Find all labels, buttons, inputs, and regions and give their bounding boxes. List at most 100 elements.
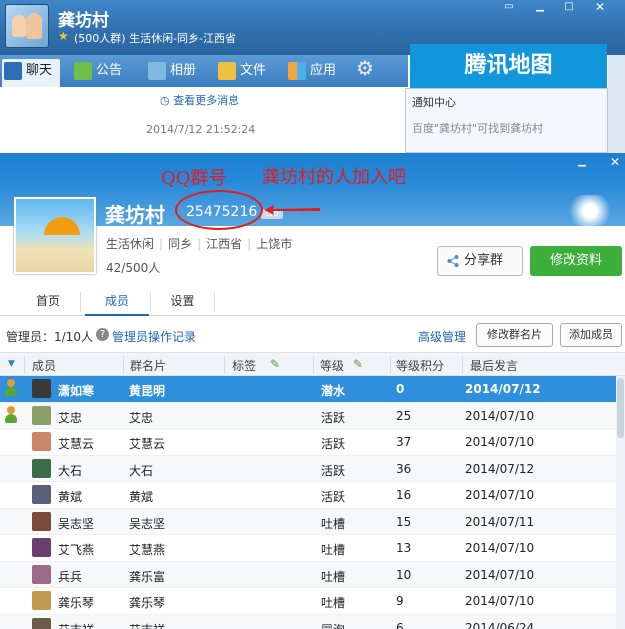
annotation-qq-number: QQ群号 — [161, 168, 227, 189]
share-icon — [447, 255, 459, 267]
member-name[interactable]: 艾忠 — [58, 409, 82, 426]
tag-item[interactable]: 江西省 — [206, 237, 242, 251]
col-last-speak[interactable]: 最后发言 — [470, 357, 518, 374]
toolbar-files[interactable]: 文件 — [216, 59, 266, 83]
table-row[interactable]: 潇如寒 黄昆明 潜水 0 2014/07/12 — [0, 376, 625, 403]
member-avatar[interactable] — [32, 458, 51, 478]
edit-tag-icon[interactable]: ✎ — [270, 357, 280, 371]
tag-item[interactable]: 同乡 — [168, 237, 192, 251]
toolbar-apps[interactable]: 应用 — [286, 59, 336, 83]
member-avatar[interactable] — [32, 591, 51, 610]
member-name[interactable]: 黄斌 — [58, 488, 82, 505]
member-avatar[interactable] — [32, 432, 51, 451]
table-row[interactable]: 艾飞燕 艾慧燕 吐槽 13 2014/07/10 — [0, 535, 625, 562]
member-name[interactable]: 艾飞燕 — [58, 541, 94, 558]
col-level[interactable]: 等级 — [320, 357, 344, 374]
scroll-thumb[interactable] — [617, 378, 624, 438]
member-avatar[interactable] — [32, 379, 51, 398]
member-level: 吐槽 — [321, 569, 346, 584]
col-member[interactable]: 成员 — [32, 357, 56, 374]
member-name[interactable]: 艾慧云 — [58, 435, 94, 452]
chat-scrollbar[interactable] — [608, 55, 625, 153]
member-points: 9 — [396, 594, 404, 608]
member-name[interactable]: 大石 — [58, 462, 82, 479]
member-last-speak: 2014/07/11 — [465, 514, 535, 529]
group-avatar[interactable] — [5, 4, 49, 48]
col-card[interactable]: 群名片 — [130, 357, 166, 374]
tab-members[interactable]: 成员 — [85, 288, 149, 316]
table-row[interactable]: 艾忠 艾忠 活跃 25 2014/07/10 — [0, 402, 625, 429]
table-row[interactable]: 黄斌 黄斌 活跃 16 2014/07/10 — [0, 482, 625, 509]
member-points: 16 — [396, 488, 412, 502]
tag-item[interactable]: 生活休闲 — [106, 237, 154, 251]
table-row[interactable]: 大石 大石 活跃 36 2014/07/12 — [0, 455, 625, 482]
col-tag[interactable]: 标签 — [232, 357, 256, 374]
member-avatar[interactable] — [32, 538, 51, 557]
member-card: 黄昆明 — [129, 384, 166, 398]
advanced-management-link[interactable]: 高级管理 — [418, 328, 466, 345]
member-points: 37 — [396, 435, 412, 449]
edit-level-icon[interactable]: ✎ — [353, 357, 363, 371]
table-row[interactable]: 艾志祥 艾志祥 冒泡 6 2014/06/24 — [0, 614, 625, 629]
message-timestamp: 2014/7/12 21:52:24 — [146, 123, 256, 136]
member-name[interactable]: 吴志坚 — [58, 515, 94, 532]
col-points[interactable]: 等级积分 — [396, 357, 444, 374]
toolbar-chat[interactable]: 聊天 — [2, 59, 61, 87]
annotation-circle — [175, 190, 263, 230]
more-messages-link[interactable]: ◷ 查看更多消息 — [160, 92, 239, 108]
menu-icon[interactable]: ▭ — [497, 0, 521, 14]
member-name[interactable]: 艾志祥 — [58, 621, 94, 629]
member-last-speak: 2014/07/12 — [465, 382, 541, 396]
member-avatar[interactable] — [32, 564, 51, 584]
group-tags: 生活休闲 | 同乡 | 江西省 | 上饶市 — [106, 237, 293, 251]
member-last-speak: 2014/07/10 — [465, 435, 535, 449]
table-row[interactable]: 兵兵 龚乐富 吐槽 10 2014/07/10 — [0, 561, 625, 588]
table-row[interactable]: 吴志坚 吴志坚 吐槽 15 2014/07/11 — [0, 508, 625, 535]
member-last-speak: 2014/07/10 — [465, 488, 535, 502]
member-avatar[interactable] — [32, 405, 51, 425]
toolbar-announcement[interactable]: 公告 — [72, 59, 122, 83]
profile-close-icon[interactable]: ✕ — [603, 155, 625, 169]
maximize-icon[interactable]: □ — [557, 0, 581, 14]
table-row[interactable]: 龚乐琴 龚乐琴 吐槽 9 2014/07/10 — [0, 588, 625, 615]
member-card: 艾忠 — [129, 410, 154, 425]
member-last-speak: 2014/07/10 — [465, 408, 535, 423]
table-header: ▼ 成员 群名片 标签 ✎ 等级 ✎ 等级积分 最后发言 — [0, 352, 625, 376]
member-card: 龚乐富 — [129, 569, 166, 584]
member-avatar[interactable] — [32, 511, 51, 531]
share-group-button[interactable]: 分享群 — [437, 246, 523, 276]
chat-group-subtitle: (500人群) 生活休闲-同乡-江西省 — [74, 32, 237, 45]
edit-card-button[interactable]: 修改群名片 — [476, 323, 553, 347]
tag-item[interactable]: 上饶市 — [256, 237, 292, 251]
admin-log-link[interactable]: 管理员操作记录 — [112, 328, 196, 345]
profile-minimize-icon[interactable]: ▁ — [570, 155, 594, 169]
add-member-button[interactable]: 添加成员 — [560, 323, 622, 347]
minimize-icon[interactable]: ▁ — [528, 0, 552, 14]
group-profile-name: 龚坊村 — [105, 203, 165, 227]
member-count: 42/500人 — [106, 261, 161, 275]
settings-gear-icon[interactable]: ⚙ — [356, 56, 374, 80]
toolbar-album[interactable]: 相册 — [146, 59, 196, 83]
megaphone-icon — [74, 62, 92, 80]
close-icon[interactable]: ✕ — [588, 0, 612, 14]
member-level: 活跃 — [321, 463, 346, 478]
member-card: 吴志坚 — [129, 516, 166, 531]
notification-text[interactable]: 百度"龚坊村"可找到龚坊村 — [412, 120, 543, 136]
sort-down-icon[interactable]: ▼ — [8, 359, 15, 369]
annotation-invite: 龚坊村的人加入吧 — [262, 167, 406, 188]
member-name[interactable]: 兵兵 — [58, 568, 82, 585]
member-points: 25 — [396, 408, 412, 423]
member-name[interactable]: 龚乐琴 — [58, 594, 94, 611]
member-card: 黄斌 — [129, 490, 154, 504]
help-icon[interactable]: ? — [96, 328, 109, 341]
member-avatar[interactable] — [32, 617, 51, 629]
tab-home[interactable]: 首页 — [20, 288, 76, 316]
edit-profile-button[interactable]: 修改资料 — [530, 246, 622, 276]
group-profile-avatar[interactable] — [14, 197, 96, 274]
tencent-map-ad[interactable]: 腾讯地图 — [410, 44, 607, 88]
member-avatar[interactable] — [32, 485, 51, 504]
tab-settings[interactable]: 设置 — [155, 288, 210, 316]
table-row[interactable]: 艾慧云 艾慧云 活跃 37 2014/07/10 — [0, 429, 625, 456]
member-name[interactable]: 潇如寒 — [58, 382, 94, 399]
chat-group-name: 龚坊村 — [58, 11, 109, 31]
